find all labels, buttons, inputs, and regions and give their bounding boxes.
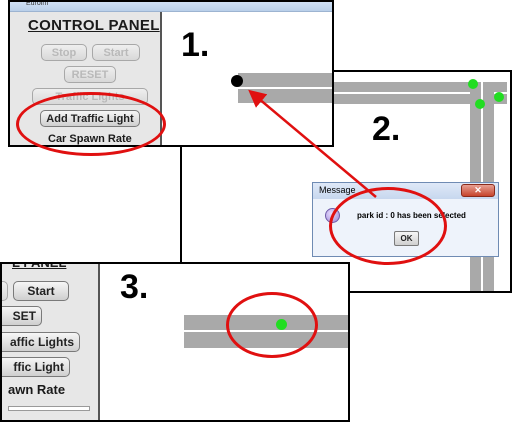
annotation-arrow bbox=[248, 89, 377, 198]
